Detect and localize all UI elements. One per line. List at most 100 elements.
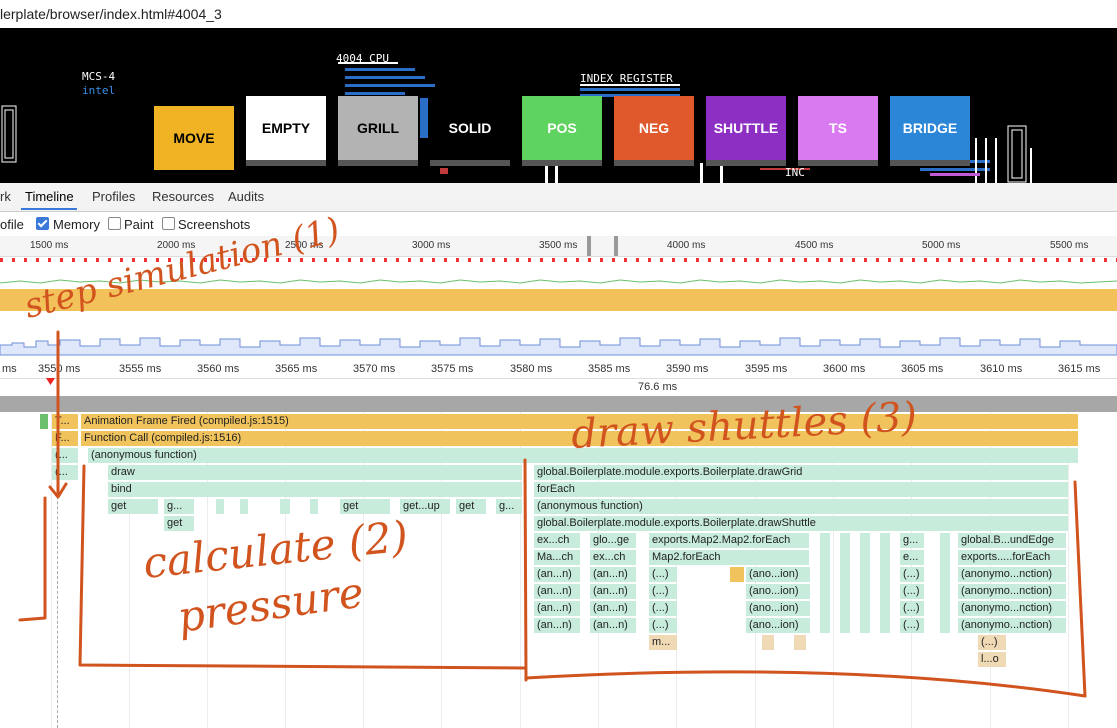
flame-block[interactable]: g... [496,499,522,514]
flame-block[interactable]: glo...ge [590,533,636,548]
flame-block[interactable]: (an...n) [534,567,580,582]
flame-block[interactable]: (an...n) [590,601,636,616]
flame-block[interactable]: global.Boilerplate.module.exports.Boiler… [534,516,1068,531]
flame-block[interactable]: (anonymo...nction) [958,601,1066,616]
flame-block[interactable]: (ano...ion) [746,584,810,599]
tool-pos-button[interactable]: POS [522,96,602,166]
tool-neg-button[interactable]: NEG [614,96,694,166]
flame-block[interactable] [794,635,806,650]
flame-block[interactable]: (an...n) [534,584,580,599]
profile-option-label[interactable]: ofile [0,217,24,232]
flame-block[interactable] [940,533,950,633]
url-bar[interactable]: lerplate/browser/index.html#4004_3 [0,0,1117,29]
screenshots-label[interactable]: Screenshots [178,217,250,232]
flame-block[interactable]: get [456,499,486,514]
tool-move-button[interactable]: MOVE [154,106,234,170]
flame-block[interactable]: exports.Map2.Map2.forEach [649,533,809,548]
flame-block[interactable]: (an...n) [590,618,636,633]
flame-block[interactable]: (...) [900,618,924,633]
timeline-overview[interactable]: 1500 ms 2000 ms 2500 ms 3000 ms 3500 ms … [0,236,1117,360]
flame-block[interactable]: (ano...ion) [746,601,810,616]
tab-timeline[interactable]: Timeline [25,189,74,204]
flame-block[interactable]: e... [900,550,924,565]
flame-block[interactable]: global.Boilerplate.module.exports.Boiler… [534,465,1068,480]
flame-block[interactable]: F... [52,431,78,446]
flame-block[interactable]: (...) [649,567,677,582]
flame-block[interactable]: exports.....forEach [958,550,1066,565]
flame-block[interactable]: (...) [649,618,677,633]
flame-block[interactable]: (...) [978,635,1006,650]
flame-block[interactable] [240,499,248,514]
flame-block[interactable]: l...o [978,652,1006,667]
flame-block[interactable]: (an...n) [590,567,636,582]
flame-block[interactable]: global.B...undEdge [958,533,1066,548]
memory-checkbox[interactable] [36,217,49,230]
overview-window-right-handle[interactable] [614,236,618,256]
overview-window-left-handle[interactable] [587,236,591,256]
flame-block[interactable] [730,567,744,582]
flame-block[interactable]: bind [108,482,522,497]
screenshots-checkbox[interactable] [162,217,175,230]
paint-label[interactable]: Paint [124,217,154,232]
flame-block[interactable]: get [108,499,158,514]
tab-audits[interactable]: Audits [228,189,264,204]
flame-block[interactable]: get [164,516,194,531]
flame-block[interactable] [310,499,318,514]
tool-grill-button[interactable]: GRILL [338,96,418,166]
flame-block[interactable]: (anonymo...nction) [958,584,1066,599]
flame-block[interactable]: (anonymous function) [534,499,1068,514]
flame-block[interactable]: Function Call (compiled.js:1516) [81,431,1078,446]
flame-block[interactable]: (ano...ion) [746,567,810,582]
flame-block[interactable]: Ma...ch [534,550,580,565]
flame-block[interactable] [880,533,890,633]
boilerplate-canvas[interactable]: MCS-4 intel 4004 CPU INDEX REGISTER INC … [0,28,1117,183]
ruler-tick: 3595 ms [745,363,788,375]
tab-network[interactable]: rk [0,189,11,204]
flame-block[interactable]: get [340,499,390,514]
flame-block[interactable]: (... [52,448,78,463]
flame-block[interactable]: (an...n) [590,584,636,599]
flame-block[interactable]: forEach [534,482,1068,497]
flame-block[interactable]: Map2.forEach [649,550,809,565]
tab-resources[interactable]: Resources [152,189,214,204]
overview-tick: 5500 ms [1050,240,1089,251]
flame-block[interactable]: ex...ch [590,550,636,565]
flame-block[interactable]: T... [52,414,78,429]
flame-block[interactable] [216,499,224,514]
flame-block[interactable]: (an...n) [534,601,580,616]
flame-block[interactable]: g... [900,533,924,548]
tool-shuttle-button[interactable]: SHUTTLE [706,96,786,166]
flame-block[interactable]: (anonymo...nction) [958,618,1066,633]
flame-block[interactable]: (anonymo...nction) [958,567,1066,582]
flame-block[interactable] [40,414,48,429]
flame-block[interactable] [820,533,830,633]
url-text: lerplate/browser/index.html#4004_3 [0,6,222,22]
flame-block[interactable]: (anonymous function) [88,448,1078,463]
flame-block[interactable] [762,635,774,650]
flame-block[interactable]: (...) [649,584,677,599]
flame-block[interactable]: (...) [649,601,677,616]
flame-block[interactable]: g... [164,499,194,514]
flame-block[interactable]: (an...n) [534,618,580,633]
flame-block[interactable]: Animation Frame Fired (compiled.js:1515) [81,414,1078,429]
tool-bridge-button[interactable]: BRIDGE [890,96,970,166]
flame-block[interactable]: (... [52,465,78,480]
tab-profiles[interactable]: Profiles [92,189,135,204]
paint-checkbox[interactable] [108,217,121,230]
flame-block[interactable]: m... [649,635,677,650]
tool-solid-button[interactable]: SOLID [430,96,510,166]
tool-empty-button[interactable]: EMPTY [246,96,326,166]
flame-block[interactable] [280,499,290,514]
flame-block[interactable]: draw [108,465,522,480]
flame-block[interactable]: (...) [900,584,924,599]
frame-markers [0,258,1117,262]
flame-block[interactable]: get...up [400,499,450,514]
flame-block[interactable] [840,533,850,633]
memory-label[interactable]: Memory [53,217,100,232]
flame-block[interactable] [860,533,870,633]
flame-block[interactable]: (...) [900,601,924,616]
flame-block[interactable]: ex...ch [534,533,580,548]
tool-ts-button[interactable]: TS [798,96,878,166]
flame-block[interactable]: (ano...ion) [746,618,810,633]
flame-block[interactable]: (...) [900,567,924,582]
